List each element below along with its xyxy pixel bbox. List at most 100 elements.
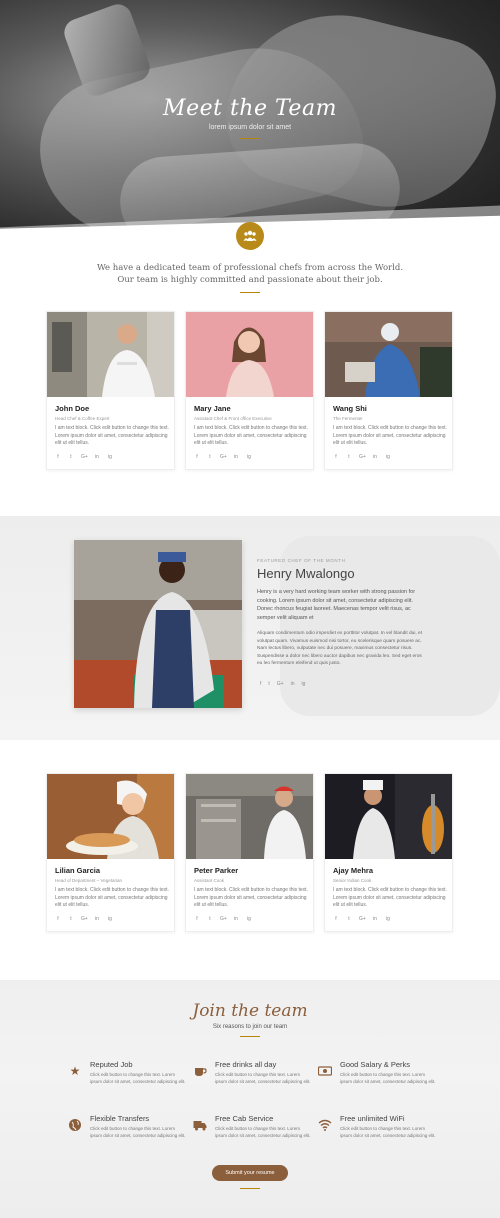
google-plus-icon[interactable]: G+ <box>359 454 366 460</box>
divider <box>240 1036 260 1037</box>
intro-text: We have a dedicated team of professional… <box>0 262 500 286</box>
intro-line-1: We have a dedicated team of professional… <box>96 263 404 273</box>
chef-photo <box>325 312 452 397</box>
linkedin-icon[interactable]: in <box>291 681 295 687</box>
facebook-icon[interactable]: f <box>333 454 339 460</box>
reason-title: Reputed Job <box>90 1060 133 1069</box>
linkedin-icon[interactable]: in <box>233 916 239 922</box>
featured-chef-photo <box>74 540 242 708</box>
twitter-icon[interactable]: t <box>207 916 213 922</box>
truck-icon <box>193 1118 207 1132</box>
hero-title: Meet the Team <box>163 96 337 121</box>
instagram-icon[interactable]: ig <box>246 916 252 922</box>
reason-title: Free Cab Service <box>215 1114 274 1123</box>
linkedin-icon[interactable]: in <box>372 916 378 922</box>
google-plus-icon[interactable]: G+ <box>359 916 366 922</box>
reason-title: Good Salary & Perks <box>340 1060 411 1069</box>
globe-icon <box>68 1118 82 1132</box>
reason-title: Free unlimited WiFi <box>340 1114 405 1123</box>
team-card-peter-parker: Peter Parker Assistant Cook I am text bl… <box>185 773 314 932</box>
google-plus-icon[interactable]: G+ <box>277 681 284 687</box>
submit-resume-button[interactable]: Submit your resume <box>212 1165 288 1181</box>
reason-text: Click edit button to change this text. L… <box>340 1126 436 1138</box>
reason-text: Click edit button to change this text. L… <box>215 1126 311 1138</box>
featured-label: FEATURED CHEF OF THE MONTH <box>257 558 346 563</box>
linkedin-icon[interactable]: in <box>233 454 239 460</box>
facebook-icon[interactable]: f <box>55 916 61 922</box>
reason-title: Flexible Transfers <box>90 1114 150 1123</box>
member-role: Head of Department – Vegetarian <box>55 878 123 883</box>
reason-title: Free drinks all day <box>215 1060 277 1069</box>
team-card-john-doe: John Doe Head Chef & Coffee Expert I am … <box>46 311 175 470</box>
background-shape <box>280 536 500 716</box>
twitter-icon[interactable]: t <box>207 454 213 460</box>
divider <box>240 1188 260 1189</box>
social-links: f t G+ in ig <box>194 454 252 460</box>
join-title: Join the team <box>192 1001 308 1021</box>
reason-text: Click edit button to change this text. L… <box>90 1072 186 1084</box>
instagram-icon[interactable]: ig <box>246 454 252 460</box>
team-icon <box>236 222 264 250</box>
twitter-icon[interactable]: t <box>68 916 74 922</box>
member-bio: I am text block. Click edit button to ch… <box>194 887 308 908</box>
star-icon: ★ <box>69 1064 81 1078</box>
member-role: Senior Indian Cook <box>333 878 372 883</box>
instagram-icon[interactable]: ig <box>107 916 113 922</box>
member-name: Mary Jane <box>194 404 231 413</box>
team-card-wang-shi: Wang Shi The Fermenter I am text block. … <box>324 311 453 470</box>
twitter-icon[interactable]: t <box>346 454 352 460</box>
member-name: Wang Shi <box>333 404 367 413</box>
instagram-icon[interactable]: ig <box>302 681 306 687</box>
instagram-icon[interactable]: ig <box>107 454 113 460</box>
team-card-lilian-garcia: Lilian Garcia Head of Department – Veget… <box>46 773 175 932</box>
reason-text: Click edit button to change this text. L… <box>340 1072 436 1084</box>
member-name: Ajay Mehra <box>333 866 374 875</box>
google-plus-icon[interactable]: G+ <box>220 454 227 460</box>
linkedin-icon[interactable]: in <box>94 916 100 922</box>
reason-text: Click edit button to change this text. L… <box>90 1126 186 1138</box>
member-role: Head Chef & Coffee Expert <box>55 416 110 421</box>
social-links: f t G+ in ig <box>333 916 391 922</box>
member-role: Assistant Cook <box>194 878 225 883</box>
member-bio: I am text block. Click edit button to ch… <box>333 887 447 908</box>
member-name: Lilian Garcia <box>55 866 101 875</box>
facebook-icon[interactable]: f <box>260 681 261 687</box>
money-bill-icon <box>317 1064 333 1078</box>
hero-subtitle: lorem ipsum dolor sit amet <box>208 124 292 131</box>
wifi-icon <box>318 1118 332 1132</box>
featured-bio-primary: Henry is a very hard working team worker… <box>257 589 416 621</box>
instagram-icon[interactable]: ig <box>385 916 391 922</box>
team-card-ajay-mehra: Ajay Mehra Senior Indian Cook I am text … <box>324 773 453 932</box>
coffee-cup-icon <box>193 1064 207 1078</box>
chef-photo <box>47 312 174 397</box>
twitter-icon[interactable]: t <box>346 916 352 922</box>
social-links: f t G+ in ig <box>260 681 305 687</box>
join-subtitle: Six reasons to join our team <box>212 1024 288 1030</box>
instagram-icon[interactable]: ig <box>385 454 391 460</box>
chef-photo <box>186 774 313 859</box>
facebook-icon[interactable]: f <box>194 454 200 460</box>
member-name: Peter Parker <box>194 866 239 875</box>
facebook-icon[interactable]: f <box>194 916 200 922</box>
social-links: f t G+ in ig <box>55 454 113 460</box>
chef-photo <box>186 312 313 397</box>
google-plus-icon[interactable]: G+ <box>81 916 88 922</box>
member-bio: I am text block. Click edit button to ch… <box>55 425 169 446</box>
twitter-icon[interactable]: t <box>68 454 74 460</box>
facebook-icon[interactable]: f <box>55 454 61 460</box>
member-name: John Doe <box>55 404 90 413</box>
member-bio: I am text block. Click edit button to ch… <box>55 887 169 908</box>
google-plus-icon[interactable]: G+ <box>220 916 227 922</box>
linkedin-icon[interactable]: in <box>94 454 100 460</box>
google-plus-icon[interactable]: G+ <box>81 454 88 460</box>
linkedin-icon[interactable]: in <box>372 454 378 460</box>
reason-text: Click edit button to change this text. L… <box>215 1072 311 1084</box>
facebook-icon[interactable]: f <box>333 916 339 922</box>
twitter-icon[interactable]: t <box>268 681 269 687</box>
intro-line-2: Our team is highly committed and passion… <box>117 275 383 285</box>
social-links: f t G+ in ig <box>194 916 252 922</box>
member-role: Assistant Chef & Front office Executive <box>194 416 272 421</box>
member-bio: I am text block. Click edit button to ch… <box>333 425 447 446</box>
social-links: f t G+ in ig <box>55 916 113 922</box>
member-role: The Fermenter <box>333 416 363 421</box>
